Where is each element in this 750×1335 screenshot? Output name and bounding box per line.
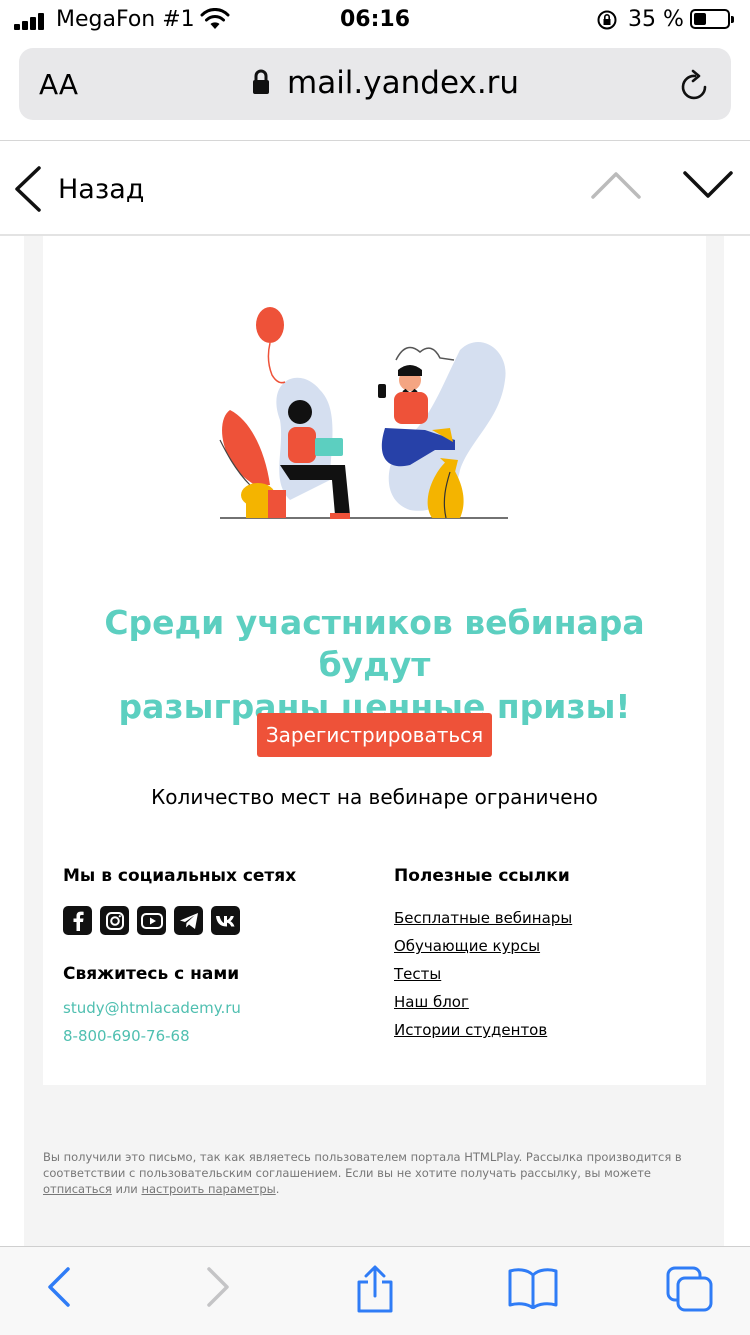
useful-links: Бесплатные вебинары Обучающие курсы Тест… bbox=[394, 908, 572, 1048]
browser-back-icon[interactable] bbox=[44, 1265, 74, 1309]
settings-link[interactable]: настроить параметры bbox=[141, 1182, 275, 1196]
facebook-icon[interactable] bbox=[63, 906, 92, 935]
link-blog[interactable]: Наш блог bbox=[394, 992, 572, 1020]
register-button[interactable]: Зарегистрироваться bbox=[257, 713, 492, 757]
footnote-end: . bbox=[275, 1182, 280, 1196]
orientation-lock-icon bbox=[597, 10, 617, 30]
url-text[interactable]: mail.yandex.ru bbox=[287, 65, 519, 101]
contact-title: Свяжитесь с нами bbox=[63, 964, 240, 984]
browser-forward-icon[interactable] bbox=[203, 1265, 233, 1309]
battery-percent: 35 % bbox=[628, 7, 684, 32]
link-courses[interactable]: Обучающие курсы bbox=[394, 936, 572, 964]
headline: Среди участников вебинара будут разыгран… bbox=[43, 602, 706, 728]
link-free-webinars[interactable]: Бесплатные вебинары bbox=[394, 908, 572, 936]
previous-message-button[interactable] bbox=[590, 169, 642, 201]
youtube-icon[interactable] bbox=[137, 906, 166, 935]
link-tests[interactable]: Тесты bbox=[394, 964, 572, 992]
footnote-text: Вы получили это письмо, так как являетес… bbox=[43, 1150, 682, 1180]
limited-seats-text: Количество мест на вебинаре ограничено bbox=[151, 785, 598, 809]
contact-email-link[interactable]: study@htmlacademy.ru bbox=[63, 999, 241, 1017]
battery-icon bbox=[690, 9, 734, 29]
back-label: Назад bbox=[58, 173, 145, 205]
footnote-or: или bbox=[115, 1182, 138, 1196]
links-title: Полезные ссылки bbox=[394, 866, 570, 886]
unsubscribe-link[interactable]: отписаться bbox=[43, 1182, 112, 1196]
footnote: Вы получили это письмо, так как являетес… bbox=[43, 1149, 683, 1197]
bookmarks-icon[interactable] bbox=[507, 1265, 559, 1309]
instagram-icon[interactable] bbox=[100, 906, 129, 935]
browser-toolbar bbox=[0, 1246, 750, 1335]
contact-phone-link[interactable]: 8-800-690-76-68 bbox=[63, 1027, 190, 1045]
social-icons bbox=[63, 906, 240, 935]
webinar-illustration bbox=[219, 307, 508, 519]
next-message-button[interactable] bbox=[682, 169, 734, 201]
vk-icon[interactable] bbox=[211, 906, 240, 935]
link-student-stories[interactable]: Истории студентов bbox=[394, 1020, 572, 1048]
chevron-left-icon bbox=[15, 166, 41, 212]
social-title: Мы в социальных сетях bbox=[63, 866, 297, 886]
secure-lock-icon bbox=[253, 69, 269, 94]
tabs-icon[interactable] bbox=[665, 1265, 715, 1313]
headline-line-1: Среди участников вебинара будут bbox=[104, 603, 645, 684]
address-bar[interactable]: AA mail.yandex.ru bbox=[19, 48, 731, 120]
reload-icon[interactable] bbox=[679, 68, 711, 102]
status-bar: MegaFon #1 06:16 35 % bbox=[0, 0, 750, 40]
back-button[interactable]: Назад bbox=[12, 163, 144, 215]
share-icon[interactable] bbox=[354, 1265, 396, 1313]
mail-header: Назад bbox=[0, 141, 750, 235]
telegram-icon[interactable] bbox=[174, 906, 203, 935]
text-size-button[interactable]: AA bbox=[39, 68, 78, 101]
